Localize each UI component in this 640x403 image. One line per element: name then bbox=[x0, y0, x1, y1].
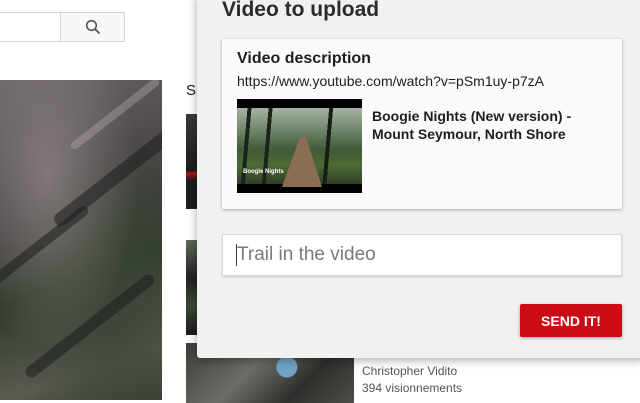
related-video-channel[interactable]: Christopher Vidito bbox=[362, 364, 457, 378]
popup-title: Video to upload bbox=[222, 0, 380, 21]
send-button[interactable]: SEND IT! bbox=[520, 304, 622, 337]
text-caret bbox=[236, 244, 237, 266]
video-title: Boogie Nights (New version) - Mount Seym… bbox=[372, 108, 572, 142]
video-url: https://www.youtube.com/watch?v=pSm1uy-p… bbox=[237, 73, 544, 89]
trail-input[interactable] bbox=[222, 234, 622, 276]
youtube-search-button[interactable] bbox=[60, 12, 125, 42]
thumbnail-logo-text: Boogie Nights bbox=[243, 169, 284, 175]
youtube-video-player[interactable] bbox=[0, 80, 162, 400]
youtube-search-input[interactable] bbox=[0, 12, 60, 42]
video-description-card: Video description https://www.youtube.co… bbox=[222, 39, 622, 209]
video-description-heading: Video description bbox=[237, 50, 371, 67]
video-thumbnail: Boogie Nights bbox=[237, 99, 362, 193]
search-icon bbox=[85, 19, 100, 35]
related-video-views: 394 visionnements bbox=[362, 381, 463, 395]
upload-popup: Video to upload Video description https:… bbox=[197, 0, 640, 358]
